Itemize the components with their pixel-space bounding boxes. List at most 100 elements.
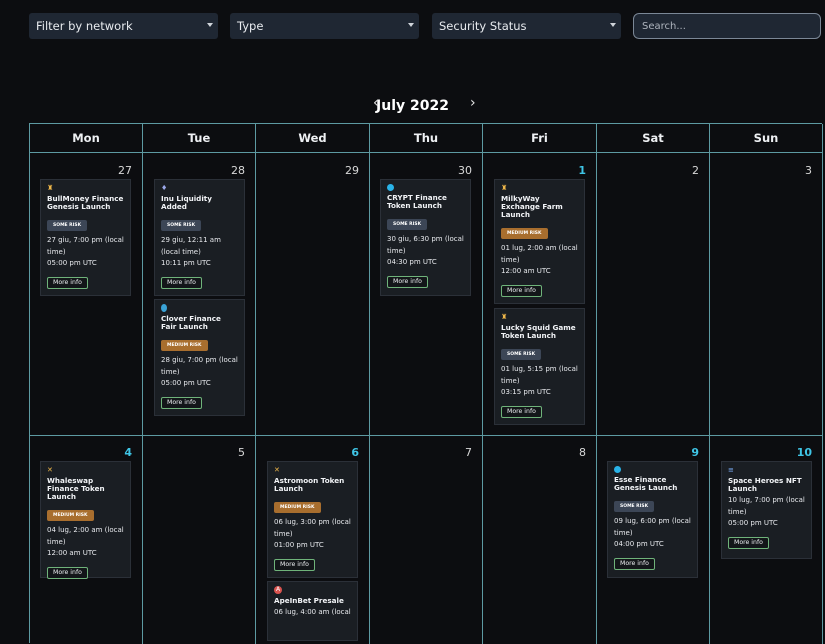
risk-badge: SOME RISK xyxy=(501,349,542,360)
risk-badge: MEDIUM RISK xyxy=(274,502,321,513)
event-title: Lucky Squid Game Token Launch xyxy=(501,323,576,340)
weekday-header-mon: Mon xyxy=(72,131,100,145)
more-info-button[interactable]: More info xyxy=(274,559,315,571)
day-number: 30 xyxy=(458,164,472,177)
day-number: 4 xyxy=(124,446,132,459)
event-utc-time: 12:00 am UTC xyxy=(47,549,97,557)
event-local-time: 10 lug, 7:00 pm (local time) xyxy=(728,496,805,516)
weekday-header-sun: Sun xyxy=(753,131,779,145)
weekday-header-tue: Tue xyxy=(187,131,211,145)
event-local-time: 28 giu, 7:00 pm (local time) xyxy=(161,356,238,376)
day-number: 28 xyxy=(231,164,245,177)
event-local-time: 06 lug, 3:00 pm (local time) xyxy=(274,518,351,538)
event-card-luckysquid[interactable]: ♜ Lucky Squid Game Token Launch SOME RIS… xyxy=(494,308,585,425)
day-number: 2 xyxy=(692,164,699,177)
grid-divider xyxy=(482,124,483,644)
crown-icon: ♜ xyxy=(47,184,54,192)
more-info-button[interactable]: More info xyxy=(47,567,88,579)
event-title: Whaleswap Finance Token Launch xyxy=(47,476,105,501)
event-title: Space Heroes NFT Launch xyxy=(728,476,802,493)
event-utc-time: 05:00 pm UTC xyxy=(728,519,778,527)
chevron-down-icon xyxy=(207,23,213,27)
grid-divider xyxy=(709,124,710,644)
more-info-button[interactable]: More info xyxy=(614,558,655,570)
grid-divider xyxy=(369,124,370,644)
crown-icon: ♜ xyxy=(501,184,508,192)
crown-icon: ♜ xyxy=(501,313,508,321)
grid-divider xyxy=(255,124,256,644)
risk-badge: SOME RISK xyxy=(614,501,655,512)
risk-badge: MEDIUM RISK xyxy=(47,510,94,521)
event-utc-time: 12:00 am UTC xyxy=(501,267,551,275)
event-card-inu[interactable]: ♦ Inu Liquidity Added SOME RISK 29 giu, … xyxy=(154,179,245,296)
event-local-time: 09 lug, 6:00 pm (local time) xyxy=(614,517,691,537)
event-local-time: 06 lug, 4:00 am (local xyxy=(274,608,351,616)
weekday-header-thu: Thu xyxy=(413,131,439,145)
event-card-milkyway[interactable]: ♜ MilkyWay Exchange Farm Launch MEDIUM R… xyxy=(494,179,585,304)
event-card-spaceheroes[interactable]: ≡ Space Heroes NFT Launch 10 lug, 7:00 p… xyxy=(721,461,812,559)
solana-logo-icon: ≡ xyxy=(728,466,734,474)
chevron-down-icon xyxy=(408,23,414,27)
day-number: 9 xyxy=(691,446,699,459)
event-title: BullMoney Finance Genesis Launch xyxy=(47,194,124,211)
event-utc-time: 05:00 pm UTC xyxy=(47,259,97,267)
weekday-header-wed: Wed xyxy=(298,131,327,145)
type-filter-select[interactable]: Type xyxy=(230,13,419,39)
event-local-time: 27 giu, 7:00 pm (local time) xyxy=(47,236,124,256)
month-title: July 2022 xyxy=(376,98,449,114)
day-number: 1 xyxy=(578,164,586,177)
event-card-crypt[interactable]: CRYPT Finance Token Launch SOME RISK 30 … xyxy=(380,179,471,296)
risk-badge: MEDIUM RISK xyxy=(161,340,208,351)
day-number: 10 xyxy=(796,446,812,459)
prev-month-icon[interactable]: ‹ xyxy=(373,95,379,111)
crypt-coin-icon xyxy=(387,184,394,191)
coin-icon: ♦ xyxy=(161,184,168,192)
more-info-button[interactable]: More info xyxy=(161,277,202,289)
security-filter-select[interactable]: Security Status xyxy=(432,13,621,39)
event-card-whaleswap[interactable]: ✕ Whaleswap Finance Token Launch MEDIUM … xyxy=(40,461,131,579)
more-info-button[interactable]: More info xyxy=(161,397,202,409)
next-month-icon[interactable]: › xyxy=(470,95,476,111)
event-local-time: 04 lug, 2:00 am (local time) xyxy=(47,526,124,546)
more-info-button[interactable]: More info xyxy=(728,537,769,549)
clover-coin-icon xyxy=(161,304,167,312)
network-filter-select[interactable]: Filter by network xyxy=(29,13,218,39)
weekday-header-sat: Sat xyxy=(642,131,664,145)
risk-badge: MEDIUM RISK xyxy=(501,228,548,239)
more-info-button[interactable]: More info xyxy=(501,406,542,418)
calendar-grid: Mon Tue Wed Thu Fri Sat Sun 27 28 29 30 … xyxy=(29,123,823,644)
event-title: ApeInBet Presale xyxy=(274,596,344,605)
event-utc-time: 05:00 pm UTC xyxy=(161,379,211,387)
more-info-button[interactable]: More info xyxy=(501,285,542,297)
esse-coin-icon xyxy=(614,466,621,473)
filter-bar: Filter by network Type Security Status xyxy=(0,13,825,39)
event-card-clover[interactable]: Clover Finance Fair Launch MEDIUM RISK 2… xyxy=(154,299,245,416)
bsc-logo-icon: ✕ xyxy=(274,466,280,474)
event-card-astromoon[interactable]: ✕ Astromoon Token Launch MEDIUM RISK 06 … xyxy=(267,461,358,578)
more-info-button[interactable]: More info xyxy=(387,276,428,288)
event-card-esse[interactable]: Esse Finance Genesis Launch SOME RISK 09… xyxy=(607,461,698,578)
event-local-time: 30 giu, 6:30 pm (local time) xyxy=(387,235,464,255)
more-info-button[interactable]: More info xyxy=(47,277,88,289)
day-number: 7 xyxy=(465,446,472,459)
day-number: 29 xyxy=(345,164,359,177)
risk-badge: SOME RISK xyxy=(387,219,428,230)
event-title: Esse Finance Genesis Launch xyxy=(614,475,678,492)
event-title: Astromoon Token Launch xyxy=(274,476,345,493)
event-title: MilkyWay Exchange Farm Launch xyxy=(501,194,563,219)
day-number: 3 xyxy=(805,164,812,177)
ape-logo-icon: A xyxy=(274,586,282,594)
event-card-bullmoney[interactable]: ♜ BullMoney Finance Genesis Launch SOME … xyxy=(40,179,131,296)
grid-divider xyxy=(822,124,823,644)
search-input[interactable] xyxy=(633,13,821,39)
chevron-down-icon xyxy=(610,23,616,27)
event-utc-time: 10:11 pm UTC xyxy=(161,259,211,267)
weekday-header-fri: Fri xyxy=(531,131,548,145)
event-card-apeinbet[interactable]: A ApeInBet Presale 06 lug, 4:00 am (loca… xyxy=(267,581,358,641)
network-filter-label: Filter by network xyxy=(36,19,133,33)
bsc-logo-icon: ✕ xyxy=(47,466,53,474)
event-title: Clover Finance Fair Launch xyxy=(161,314,221,331)
event-title: CRYPT Finance Token Launch xyxy=(387,193,447,210)
event-local-time: 01 lug, 2:00 am (local time) xyxy=(501,244,578,264)
event-utc-time: 04:30 pm UTC xyxy=(387,258,437,266)
